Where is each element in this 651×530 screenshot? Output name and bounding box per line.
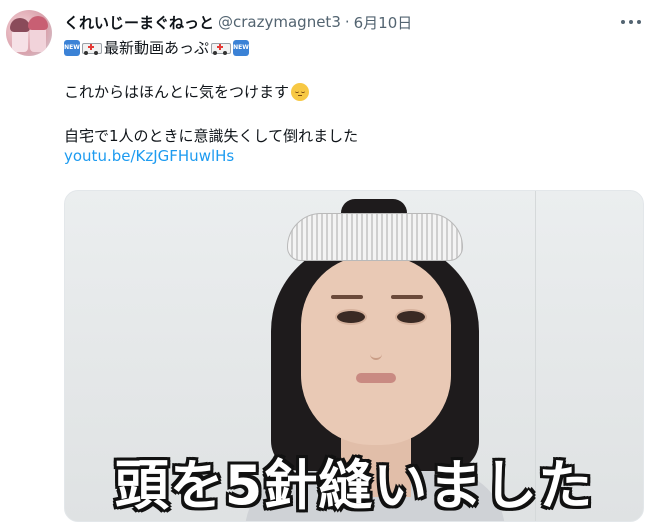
left-eye <box>335 309 367 325</box>
more-icon[interactable] <box>621 12 641 32</box>
avatar[interactable] <box>6 10 52 56</box>
tweet-text: NEW 最新動画あっぷ NEW これからはほんとに気をつけます 自宅で1人のとき… <box>64 38 634 166</box>
right-eyebrow <box>391 295 423 299</box>
right-eye <box>395 309 427 325</box>
tweet-line-2: これからはほんとに気をつけます <box>64 82 634 102</box>
avatar-figure-right <box>28 16 48 52</box>
video-thumbnail[interactable]: 頭を5針縫いました <box>64 190 644 522</box>
person-nose <box>370 336 382 360</box>
separator-dot: · <box>344 13 350 31</box>
tweet-card[interactable]: くれいじーまぐねっと @crazymagnet3 · 6月10日 NEW 最新動… <box>0 0 651 530</box>
user-handle[interactable]: @crazymagnet3 <box>218 13 341 31</box>
ambulance-icon <box>82 41 102 55</box>
display-name[interactable]: くれいじーまぐねっと <box>64 12 214 33</box>
left-eyebrow <box>331 295 363 299</box>
new-badge-icon: NEW <box>64 40 80 56</box>
tweet-date[interactable]: 6月10日 <box>354 12 413 33</box>
tweet-line-1: NEW 最新動画あっぷ NEW <box>64 38 634 58</box>
pensive-face-icon <box>291 83 310 101</box>
line2-text: これからはほんとに気をつけます <box>64 83 290 101</box>
line3-text: 自宅で1人のときに意識失くして倒れました <box>64 127 359 145</box>
thumbnail-caption: 頭を5針縫いました <box>114 454 594 517</box>
tweet-header: くれいじーまぐねっと @crazymagnet3 · 6月10日 <box>64 10 412 34</box>
head-bandage <box>287 213 463 261</box>
new-badge-icon: NEW <box>233 40 250 56</box>
tweet-line-3: 自宅で1人のときに意識失くして倒れました <box>64 126 634 146</box>
tweet-line-4: youtu.be/KzJGFHuwlHs <box>64 146 634 166</box>
person-lips <box>356 373 396 383</box>
ambulance-icon <box>211 41 232 55</box>
headline-text: 最新動画あっぷ <box>104 39 210 57</box>
youtube-link[interactable]: youtu.be/KzJGFHuwlHs <box>64 146 234 166</box>
avatar-figure-left <box>10 18 30 52</box>
